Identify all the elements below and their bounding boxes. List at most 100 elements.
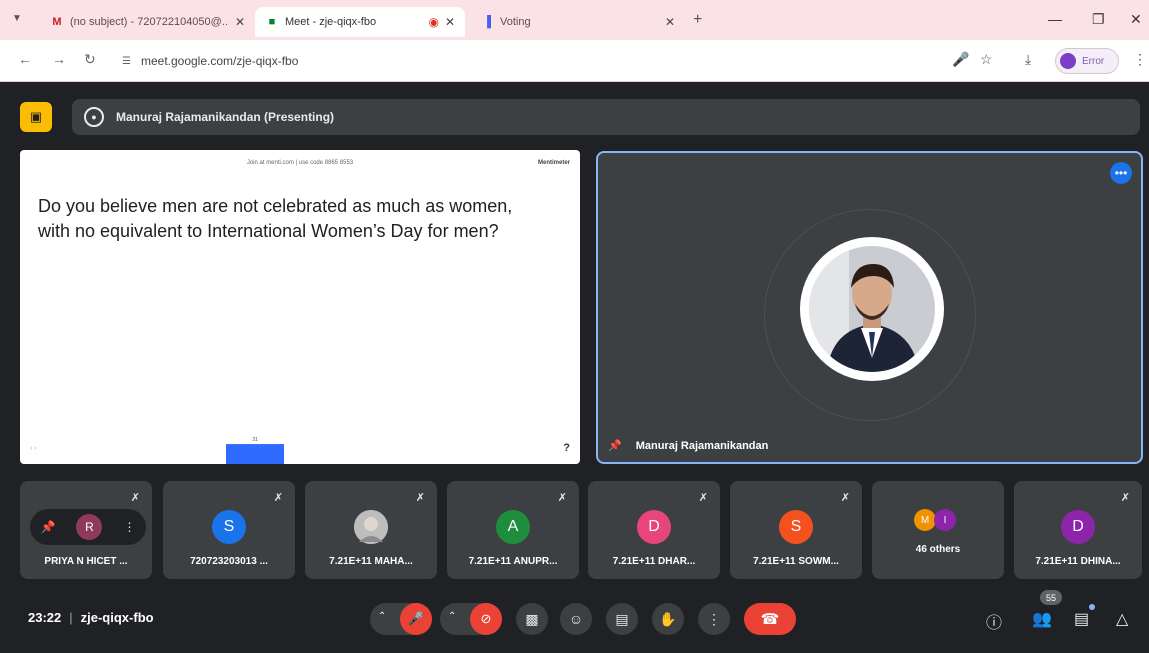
emoji-reactions-button[interactable]: ☺ [560, 603, 592, 635]
more-options-button[interactable]: ••• [1110, 162, 1132, 184]
participant-photo [354, 510, 388, 544]
tab-title: Voting [500, 16, 531, 28]
participant-tile[interactable]: ✗ 7.21E+11 MAHA... [305, 481, 437, 579]
participant-name: 7.21E+11 ANUPR... [468, 556, 558, 567]
mentimeter-logo: Mentimeter [537, 160, 570, 166]
presentation-icon: ▣ [29, 109, 43, 124]
pin-icon[interactable]: 📌 [608, 439, 622, 452]
camera-off-button[interactable]: ⊘ [470, 603, 502, 635]
pin-icon[interactable]: 📌 [41, 520, 56, 534]
address-bar[interactable]: ☰ meet.google.com/zje-qiqx-fbo [110, 47, 940, 75]
avatar: S [212, 510, 246, 544]
speaker-avatar [800, 237, 944, 381]
slide-question: Do you believe men are not celebrated as… [38, 196, 513, 241]
tab-strip: ▼ M (no subject) - 720722104050@... ✕ ■ … [0, 0, 1149, 40]
avatar: I [934, 509, 956, 531]
poll-bar-chart: 319 [226, 437, 284, 464]
mic-off-icon: ✗ [130, 492, 140, 504]
close-window-icon[interactable]: ✕ [1130, 11, 1142, 28]
participant-tile[interactable]: ✗ 📌 R ⋮ PRIYA N HICET ... [20, 481, 152, 579]
meeting-time: 23:22 [28, 610, 62, 625]
browser-toolbar: ← → ↻ ☰ meet.google.com/zje-qiqx-fbo 🎤 ☆… [0, 40, 1149, 82]
site-info-icon[interactable]: ☰ [122, 56, 131, 67]
more-options-button[interactable]: ⋮ [698, 603, 730, 635]
join-instructions: Join at menti.com | use code 8865 8553 [246, 160, 354, 166]
presenter-avatar-icon: ● [84, 107, 104, 127]
presentation-toggle-button[interactable]: ▣ [20, 102, 52, 132]
download-icon[interactable]: ⤓ [1025, 51, 1031, 68]
video-settings-chevron-icon[interactable]: ⌃ [448, 611, 456, 622]
speaker-name-label: 📌 Manuraj Rajamanikandan [608, 439, 769, 453]
meeting-controls-bar: 23:22 | zje-qiqx-fbo ⌃ 🎤 ⌃ ⊘ ▩ ☺ ▤ ✋ ⋮ ☎ ⓘ… [0, 590, 1149, 644]
tab-gmail[interactable]: M (no subject) - 720722104050@... ✕ [40, 7, 255, 37]
new-tab-icon[interactable]: + [693, 11, 702, 29]
avatar: S [779, 510, 813, 544]
meeting-info: 23:22 | zje-qiqx-fbo [28, 610, 154, 625]
recording-icon: ◉ [428, 15, 439, 29]
back-icon[interactable]: ← [18, 51, 32, 67]
mic-off-icon: ✗ [1120, 492, 1130, 504]
mic-off-icon: ✗ [698, 492, 708, 504]
avatar: A [496, 510, 530, 544]
browser-menu-icon[interactable]: ⋮ [1133, 51, 1147, 68]
avatar: D [1061, 510, 1095, 544]
others-tile[interactable]: M I 46 others [872, 481, 1004, 579]
avatar: D [637, 510, 671, 544]
participant-tile[interactable]: ✗ S 720723203013 ... [163, 481, 295, 579]
meeting-code: zje-qiqx-fbo [80, 610, 154, 625]
avatar: M [914, 509, 936, 531]
profile-label: Error [1082, 55, 1105, 67]
tile-hover-controls: 📌 R ⋮ [30, 509, 146, 545]
participant-tile[interactable]: ✗ D 7.21E+11 DHINA... [1014, 481, 1142, 579]
speaker-tile[interactable]: ••• 📌 Manuraj Rajamanikandan [596, 151, 1143, 464]
leave-call-button[interactable]: ☎ [744, 603, 796, 635]
help-icon[interactable]: ? [563, 442, 570, 454]
participant-tile[interactable]: ✗ S 7.21E+11 SOWM... [730, 481, 862, 579]
presenting-bar: ● Manuraj Rajamanikandan (Presenting) [72, 99, 1140, 135]
mic-off-button[interactable]: 🎤 [400, 603, 432, 635]
raise-hand-button[interactable]: ✋ [652, 603, 684, 635]
tab-voting[interactable]: ▐ Voting ✕ [470, 7, 685, 37]
meeting-details-icon[interactable]: ⓘ [986, 609, 1002, 633]
people-icon[interactable]: 👥 [1032, 609, 1052, 629]
mic-indicator-icon[interactable]: 🎤 [952, 51, 969, 68]
activities-icon[interactable]: △ [1116, 609, 1128, 629]
forward-icon[interactable]: → [52, 51, 66, 67]
speaker-name: Manuraj Rajamanikandan [635, 439, 769, 452]
slide-pager-icon: ‹ › [30, 445, 37, 452]
meet-icon: ■ [268, 16, 276, 28]
reload-icon[interactable]: ↻ [84, 51, 96, 68]
more-options-icon[interactable]: ⋮ [123, 520, 135, 534]
profile-button[interactable]: Error [1055, 48, 1119, 74]
participant-tile[interactable]: ✗ A 7.21E+11 ANUPR... [447, 481, 579, 579]
participant-name: 7.21E+11 SOWM... [753, 556, 839, 567]
speaker-photo [809, 246, 935, 372]
tab-title: Meet - zje-qiqx-fbo [285, 16, 377, 28]
close-tab-icon[interactable]: ✕ [235, 15, 245, 29]
participant-count-badge: 55 [1040, 590, 1062, 605]
participant-tile[interactable]: ✗ D 7.21E+11 DHAR... [588, 481, 720, 579]
restore-icon[interactable]: ❐ [1092, 11, 1105, 28]
present-screen-button[interactable]: ▤ [606, 603, 638, 635]
avatar: R [76, 514, 103, 540]
participant-name: 720723203013 ... [190, 556, 268, 567]
participant-name: 7.21E+11 MAHA... [329, 556, 413, 567]
presentation-slide: Join at menti.com | use code 8865 8553 M… [20, 150, 580, 464]
bookmark-star-icon[interactable]: ☆ [980, 51, 993, 68]
tab-title: (no subject) - 720722104050@... [70, 16, 229, 28]
captions-button[interactable]: ▩ [516, 603, 548, 635]
tab-search-chevron-icon[interactable]: ▼ [12, 13, 22, 24]
mic-off-icon: ✗ [557, 492, 567, 504]
minimize-icon[interactable]: — [1048, 11, 1062, 27]
bar-chart-icon: ▐ [483, 16, 491, 28]
chat-icon[interactable]: ▤ [1074, 609, 1089, 629]
close-tab-icon[interactable]: ✕ [665, 15, 675, 29]
audio-settings-chevron-icon[interactable]: ⌃ [378, 611, 386, 622]
mic-off-icon: ✗ [273, 492, 283, 504]
close-tab-icon[interactable]: ✕ [445, 15, 455, 29]
participant-tiles: ✗ 📌 R ⋮ PRIYA N HICET ... ✗ S 7207232030… [20, 481, 1142, 579]
mic-off-icon: ✗ [840, 492, 850, 504]
tab-meet[interactable]: ■ Meet - zje-qiqx-fbo ◉ ✕ [255, 7, 465, 37]
hang-up-icon: ☎ [760, 611, 780, 628]
url-text: meet.google.com/zje-qiqx-fbo [140, 54, 299, 68]
